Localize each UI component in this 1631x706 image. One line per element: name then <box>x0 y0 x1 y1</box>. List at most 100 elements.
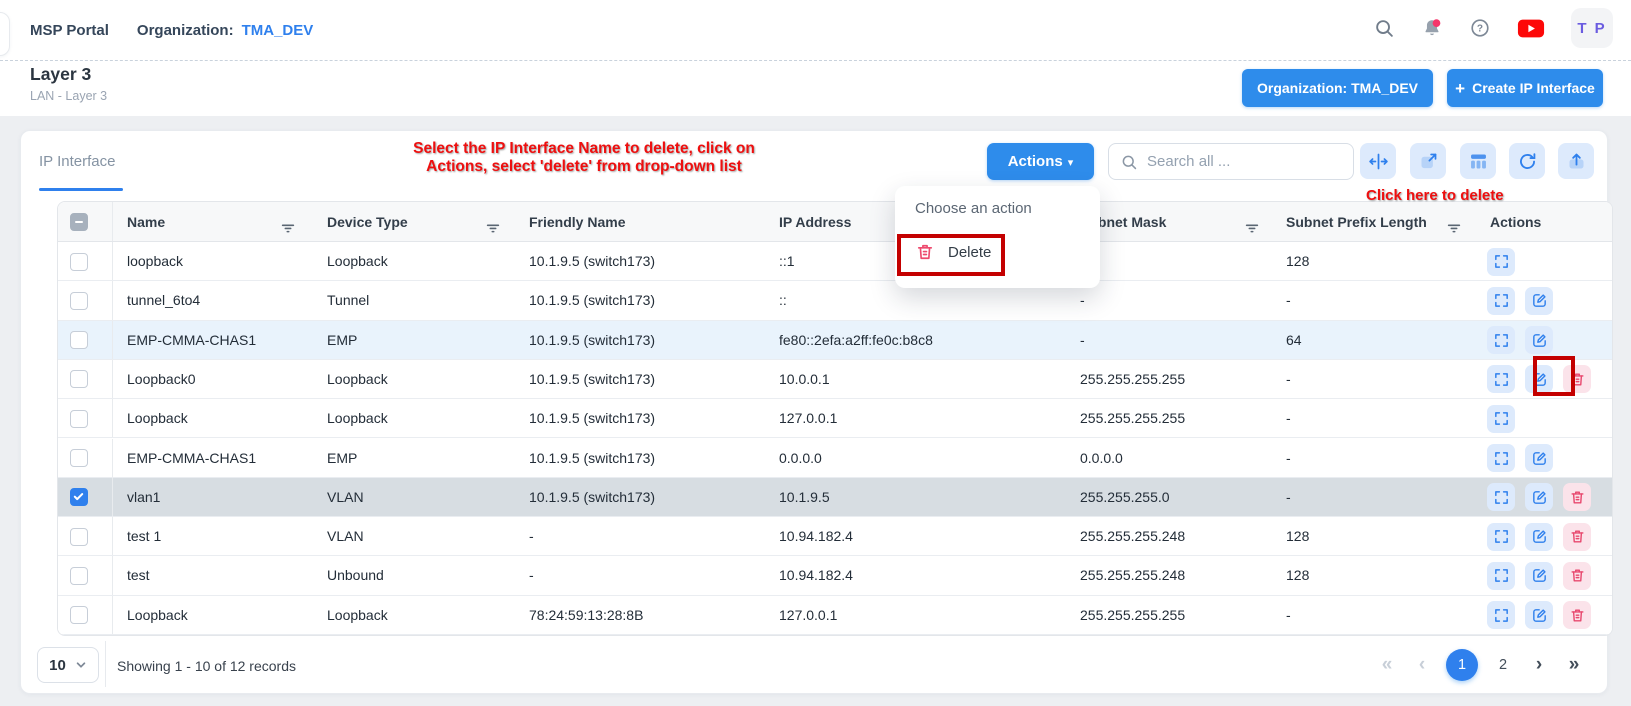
edit-row-button[interactable] <box>1525 287 1553 315</box>
edit-row-button[interactable] <box>1525 483 1553 511</box>
table-row: LoopbackLoopback78:24:59:13:28:8B127.0.0… <box>58 596 1612 635</box>
edit-row-button[interactable] <box>1525 326 1553 354</box>
cell-friendly-name: - <box>529 517 534 556</box>
search-icon[interactable] <box>1373 17 1395 39</box>
filter-icon[interactable] <box>484 213 502 231</box>
row-checkbox[interactable] <box>70 449 88 467</box>
filter-icon[interactable] <box>279 213 297 231</box>
delete-row-button[interactable] <box>1563 601 1591 629</box>
organization-button[interactable]: Organization: TMA_DEV <box>1242 69 1433 107</box>
cell-name: tunnel_6to4 <box>127 281 200 320</box>
expand-row-button[interactable] <box>1487 248 1515 276</box>
row-checkbox[interactable] <box>70 606 88 624</box>
topbar-icons: ? T P <box>1373 0 1613 56</box>
column-header-friendly-name[interactable]: Friendly Name <box>529 202 625 242</box>
cell-subnet-prefix-length: 128 <box>1286 242 1309 281</box>
delete-row-button[interactable] <box>1563 562 1591 590</box>
expand-row-button[interactable] <box>1487 601 1515 629</box>
cell-ip-address: fe80::2efa:a2ff:fe0c:b8c8 <box>779 321 933 360</box>
divider <box>105 641 106 687</box>
cell-device-type: EMP <box>327 321 357 360</box>
expand-row-button[interactable] <box>1487 287 1515 315</box>
edit-row-button[interactable] <box>1525 365 1553 393</box>
expand-row-button[interactable] <box>1487 326 1515 354</box>
cell-subnet-mask: 255.255.255.255 <box>1080 399 1185 438</box>
column-header-actions[interactable]: Actions <box>1490 202 1541 242</box>
cell-subnet-prefix-length: - <box>1286 439 1291 478</box>
pagination-next[interactable]: › <box>1528 654 1550 676</box>
pagination-page-2[interactable]: 2 <box>1491 657 1515 673</box>
help-icon[interactable]: ? <box>1469 17 1491 39</box>
expand-row-button[interactable] <box>1487 365 1515 393</box>
page-size-select[interactable]: 10 <box>37 647 99 683</box>
annotation-note: Select the IP Interface Name to delete, … <box>388 140 780 176</box>
actions-dropdown: Choose an action Delete <box>895 186 1100 288</box>
cell-name: EMP-CMMA-CHAS1 <box>127 321 256 360</box>
cell-friendly-name: - <box>529 556 534 595</box>
tab-ip-interface[interactable]: IP Interface <box>39 153 115 170</box>
fit-columns-icon[interactable] <box>1360 143 1396 179</box>
refresh-icon[interactable] <box>1509 143 1545 179</box>
expand-row-button[interactable] <box>1487 405 1515 433</box>
edit-row-button[interactable] <box>1525 601 1553 629</box>
cell-subnet-prefix-length: 128 <box>1286 556 1309 595</box>
expand-row-button[interactable] <box>1487 483 1515 511</box>
row-checkbox[interactable] <box>70 370 88 388</box>
tab-underline <box>39 188 123 191</box>
edit-row-button[interactable] <box>1525 523 1553 551</box>
edit-row-button[interactable] <box>1525 444 1553 472</box>
row-checkbox[interactable] <box>70 528 88 546</box>
notifications-icon[interactable] <box>1421 17 1443 39</box>
cell-device-type: VLAN <box>327 478 364 517</box>
cell-name: EMP-CMMA-CHAS1 <box>127 439 256 478</box>
edit-row-button[interactable] <box>1525 562 1553 590</box>
pagination-first[interactable]: « <box>1376 654 1398 676</box>
expand-row-button[interactable] <box>1487 444 1515 472</box>
filter-icon[interactable] <box>1445 213 1463 231</box>
cell-friendly-name: 10.1.9.5 (switch173) <box>529 321 655 360</box>
row-checkbox[interactable] <box>70 567 88 585</box>
divider <box>112 281 113 319</box>
table-row: tunnel_6to4Tunnel10.1.9.5 (switch173)::-… <box>58 281 1612 320</box>
create-ip-interface-button[interactable]: + Create IP Interface <box>1447 69 1603 107</box>
row-checkbox[interactable] <box>70 410 88 428</box>
cell-subnet-prefix-length: - <box>1286 399 1291 438</box>
records-summary: Showing 1 - 10 of 12 records <box>117 658 296 674</box>
org-link[interactable]: TMA_DEV <box>242 22 314 39</box>
column-header-ip-address[interactable]: IP Address <box>779 202 851 242</box>
delete-menu-item[interactable]: Delete <box>907 230 1088 274</box>
pagination-last[interactable]: » <box>1563 654 1585 676</box>
youtube-icon[interactable] <box>1517 18 1545 39</box>
row-checkbox[interactable] <box>70 292 88 310</box>
filter-icon[interactable] <box>1243 213 1261 231</box>
divider <box>0 60 1631 61</box>
row-checkbox[interactable] <box>70 253 88 271</box>
cell-name: Loopback <box>127 596 188 635</box>
delete-row-button[interactable] <box>1563 483 1591 511</box>
select-all-checkbox[interactable] <box>70 213 88 231</box>
open-new-icon[interactable] <box>1410 143 1446 179</box>
export-icon[interactable] <box>1558 143 1594 179</box>
search-box <box>1108 143 1354 180</box>
expand-row-button[interactable] <box>1487 523 1515 551</box>
search-input[interactable] <box>1109 144 1353 179</box>
expand-row-button[interactable] <box>1487 562 1515 590</box>
row-checkbox[interactable] <box>70 488 88 506</box>
delete-row-button[interactable] <box>1563 523 1591 551</box>
row-checkbox[interactable] <box>70 331 88 349</box>
pagination-page-1[interactable]: 1 <box>1446 649 1478 681</box>
column-header-subnet-prefix-length[interactable]: Subnet Prefix Length <box>1286 202 1427 242</box>
actions-button[interactable]: Actions▾ <box>987 143 1094 180</box>
create-ip-interface-label: Create IP Interface <box>1472 80 1595 96</box>
cell-device-type: Loopback <box>327 596 388 635</box>
table-row: vlan1VLAN10.1.9.5 (switch173)10.1.9.5255… <box>58 478 1612 517</box>
table-row: EMP-CMMA-CHAS1 EMP 10.1.9.5 (switch173) fe8… <box>58 321 1612 360</box>
column-header-name[interactable]: Name <box>127 202 165 242</box>
columns-icon[interactable] <box>1460 143 1496 179</box>
column-header-device-type[interactable]: Device Type <box>327 202 408 242</box>
pagination-prev[interactable]: ‹ <box>1411 654 1433 676</box>
delete-row-button[interactable] <box>1563 365 1591 393</box>
page-size-value: 10 <box>49 657 66 674</box>
avatar[interactable]: T P <box>1571 8 1613 48</box>
table-row: testUnbound-10.94.182.4255.255.255.24812… <box>58 556 1612 595</box>
